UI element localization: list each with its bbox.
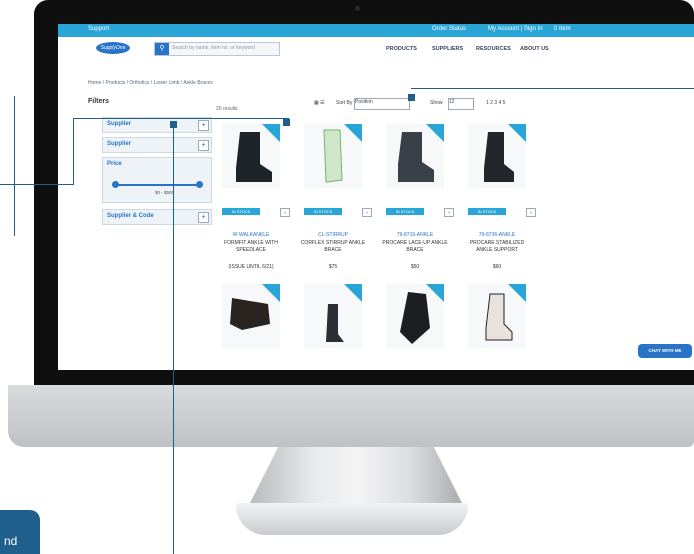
chat-button[interactable]: CHAT WITH ME	[638, 344, 692, 358]
product-image[interactable]	[304, 124, 362, 188]
sort-value: Position	[355, 99, 373, 105]
status-badge: IN STOCK	[468, 208, 506, 215]
product-image[interactable]	[304, 284, 362, 348]
monitor-base	[236, 503, 468, 535]
product-code[interactable]: CL-STIRRUP	[298, 232, 368, 238]
compare-button[interactable]: +	[444, 208, 454, 217]
filter-supplier-code[interactable]: Supplier & Code +	[102, 209, 212, 225]
product-image[interactable]	[386, 284, 444, 348]
status-badge: IN STOCK	[222, 208, 260, 215]
nav-products[interactable]: PRODUCTS	[386, 46, 417, 52]
monitor-stand	[248, 447, 464, 507]
show-value: 12	[449, 99, 455, 105]
callout-marker	[170, 121, 177, 128]
product-name[interactable]: FORMFIT ANKLE WITH SPEEDLACE	[216, 240, 286, 254]
product-image[interactable]	[222, 284, 280, 348]
filter-label: Supplier & Code	[107, 213, 154, 219]
callout-line	[14, 96, 15, 236]
product-price: $75	[328, 264, 338, 270]
sale-flag-icon	[508, 284, 526, 302]
show-select[interactable]: 12	[448, 98, 474, 110]
filter-label: Supplier	[107, 121, 132, 127]
expand-icon[interactable]: +	[198, 140, 209, 151]
nav-suppliers[interactable]: SUPPLIERS	[432, 46, 463, 52]
top-bar: Support Order Status My Account | Sign I…	[58, 24, 694, 37]
product-price: (ISSUE UNTIL 6/21)	[228, 264, 274, 270]
callout-line	[0, 184, 74, 185]
status-badge: IN STOCK	[386, 208, 424, 215]
product-code[interactable]: 79-8736-ANKLE	[462, 232, 532, 238]
expand-icon[interactable]: +	[198, 212, 209, 223]
compare-button[interactable]: +	[280, 208, 290, 217]
account-link[interactable]: My Account | Sign In	[488, 26, 543, 32]
callout-panel: nd	[0, 510, 40, 554]
product-image[interactable]	[468, 284, 526, 348]
price-range-text: $0 - $500	[155, 190, 175, 195]
product-name[interactable]: CORFLEX STIRRUP ANKLE BRACE	[298, 240, 368, 254]
nav-resources[interactable]: RESOURCES	[476, 46, 511, 52]
callout-line	[173, 124, 174, 554]
pagination[interactable]: 1 2 3 4 5	[486, 100, 505, 106]
status-badge: IN STOCK	[304, 208, 342, 215]
filter-supplier-2[interactable]: Supplier +	[102, 137, 212, 153]
compare-button[interactable]: +	[362, 208, 372, 217]
filter-supplier[interactable]: Supplier +	[102, 117, 212, 133]
compare-button[interactable]: +	[526, 208, 536, 217]
expand-icon[interactable]: +	[198, 120, 209, 131]
support-link[interactable]: Support	[88, 26, 109, 32]
screen: Support Order Status My Account | Sign I…	[58, 24, 694, 370]
product-image[interactable]	[222, 124, 280, 188]
search-input[interactable]: ⚲ Search by name, item no. or keyword	[154, 42, 280, 56]
sale-flag-icon	[426, 284, 444, 302]
sale-flag-icon	[262, 124, 280, 142]
price-slider-min-handle[interactable]	[112, 181, 119, 188]
callout-marker	[283, 119, 290, 126]
sale-flag-icon	[344, 284, 362, 302]
product-image[interactable]	[386, 124, 444, 188]
callout-marker	[408, 94, 415, 101]
filter-label: Supplier	[107, 141, 132, 147]
search-placeholder: Search by name, item no. or keyword	[172, 45, 255, 51]
webcam-icon	[355, 6, 360, 11]
sort-select[interactable]: Position	[354, 98, 410, 110]
monitor-chin	[8, 385, 694, 447]
price-slider-track[interactable]	[115, 184, 199, 186]
order-status-link[interactable]: Order Status	[432, 26, 466, 32]
product-name[interactable]: PROCARE STABILIZED ANKLE SUPPORT	[462, 240, 532, 254]
site-logo[interactable]: SupplyOne	[96, 42, 130, 54]
cart-link[interactable]: 0 Item	[554, 26, 571, 32]
nav-about[interactable]: ABOUT US	[520, 46, 549, 52]
product-price: $50	[410, 264, 420, 270]
results-count: 20 results	[216, 106, 238, 112]
product-price: $60	[492, 264, 502, 270]
grid-view-icon[interactable]: ▦ ☰	[314, 100, 325, 106]
sale-flag-icon	[426, 124, 444, 142]
callout-line	[73, 118, 74, 185]
product-code[interactable]: W-WALKANKLE	[216, 232, 286, 238]
callout-line	[411, 88, 694, 89]
callout-text: nd	[4, 534, 18, 548]
show-label: Show	[430, 100, 443, 106]
sort-label: Sort By	[336, 100, 353, 106]
search-icon[interactable]: ⚲	[155, 43, 169, 55]
sale-flag-icon	[508, 124, 526, 142]
sale-flag-icon	[262, 284, 280, 302]
sale-flag-icon	[344, 124, 362, 142]
filters-title: Filters	[88, 98, 110, 105]
product-name[interactable]: PROCARE LACE-UP ANKLE BRACE	[380, 240, 450, 254]
filter-price[interactable]: Price $0 - $500	[102, 157, 212, 203]
product-image[interactable]	[468, 124, 526, 188]
callout-line	[73, 118, 289, 119]
filter-label: Price	[107, 161, 122, 167]
breadcrumb[interactable]: Home / Products / Orthotics / Lower Limb…	[88, 80, 213, 86]
price-slider-max-handle[interactable]	[196, 181, 203, 188]
product-code[interactable]: 79-8715-ANKLE	[380, 232, 450, 238]
